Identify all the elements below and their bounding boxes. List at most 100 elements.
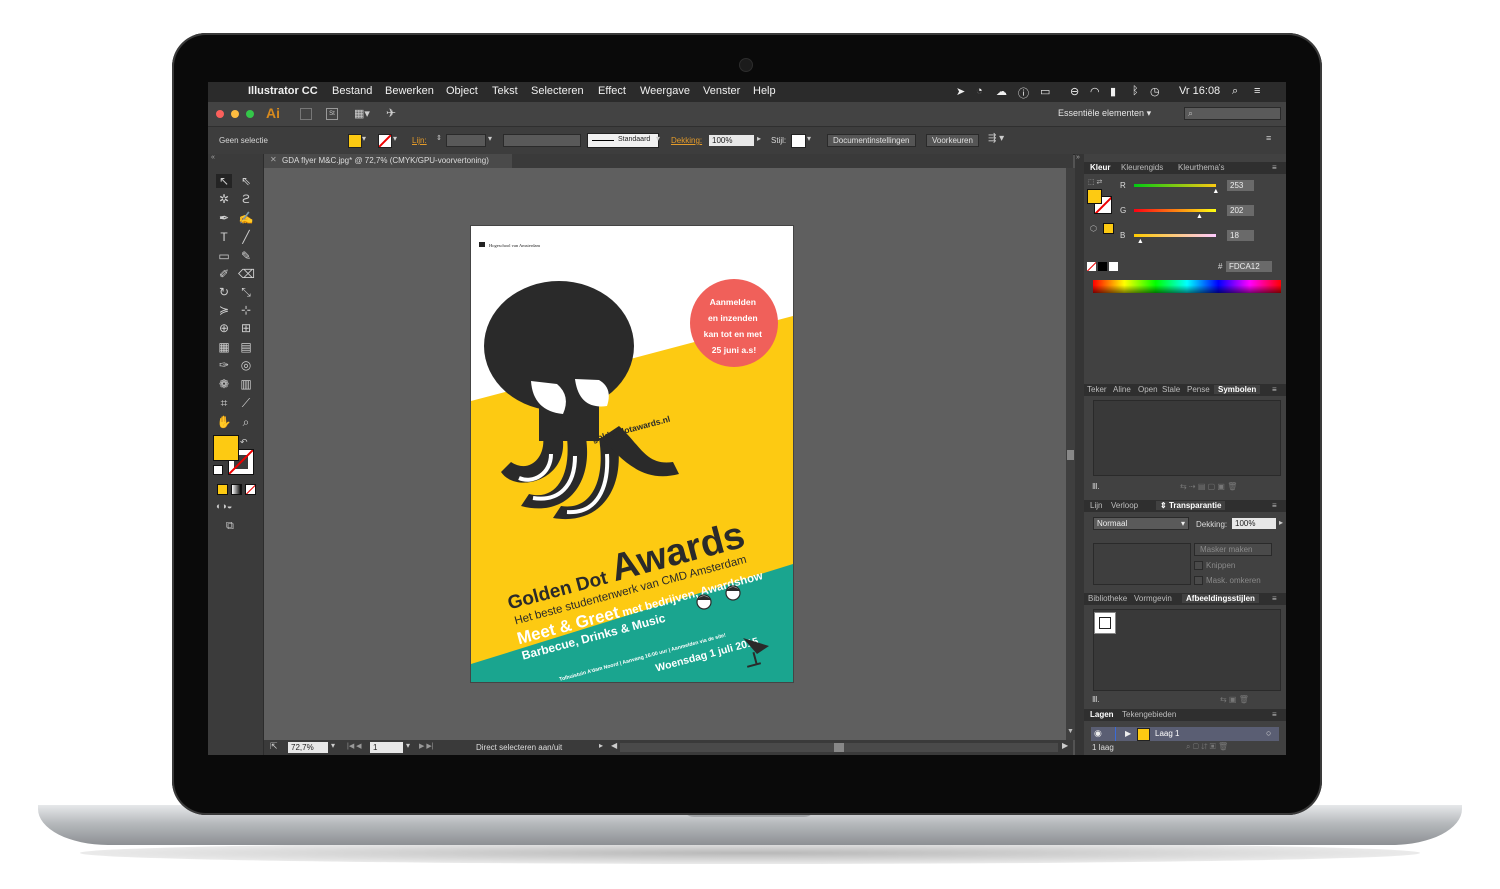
- none-mode-icon[interactable]: [245, 484, 256, 495]
- eraser-tool-icon[interactable]: ⌫: [238, 267, 255, 281]
- pen-tool-icon[interactable]: ✒: [216, 211, 232, 225]
- fill-dropdown-icon[interactable]: ▾: [362, 134, 366, 143]
- tab-stalen[interactable]: Stale: [1162, 385, 1180, 394]
- scroll-down-icon[interactable]: ▼: [1067, 728, 1074, 735]
- default-colors-icon[interactable]: ⬚ ⇄: [1088, 178, 1102, 186]
- tab-afbeeldingsstijlen[interactable]: Afbeeldingsstijlen: [1182, 594, 1259, 603]
- default-graphic-style[interactable]: [1094, 612, 1116, 634]
- tab-lijn[interactable]: Lijn: [1090, 501, 1102, 510]
- menu-bewerken[interactable]: Bewerken: [385, 85, 434, 97]
- style-dropdown-icon[interactable]: ▾: [807, 134, 811, 143]
- layer-name[interactable]: Laag 1: [1155, 729, 1179, 738]
- tab-verloop[interactable]: Verloop: [1111, 501, 1138, 510]
- scale-tool-icon[interactable]: ⤡: [238, 285, 254, 300]
- stroke-weight-stepper[interactable]: ⇕: [436, 134, 442, 142]
- symbol-libraries-icon[interactable]: Ⅲ.: [1092, 482, 1100, 491]
- symbols-actions-icons[interactable]: ⇆ ⇢ ▤ ▢ ▣ 🗑: [1180, 482, 1237, 491]
- bluetooth-icon[interactable]: ᛒ: [1132, 85, 1139, 97]
- layer-target-icon[interactable]: ○: [1266, 728, 1271, 738]
- stroke-weight-dropdown[interactable]: ▾: [488, 134, 492, 143]
- collapse-tools-icon[interactable]: «: [211, 154, 215, 161]
- slider-r-track[interactable]: [1134, 184, 1216, 187]
- menu-tekst[interactable]: Tekst: [492, 85, 518, 97]
- tab-kleurengids[interactable]: Kleurengids: [1121, 163, 1163, 172]
- brush-dropdown-icon[interactable]: ▾: [656, 134, 660, 143]
- stroke-swatch[interactable]: [378, 134, 392, 148]
- scroll-left-icon[interactable]: ◀: [611, 741, 617, 750]
- tab-kleur[interactable]: Kleur: [1090, 163, 1110, 172]
- tab-bibliotheken[interactable]: Bibliotheke: [1088, 594, 1127, 603]
- artboard-field[interactable]: 1: [370, 742, 403, 753]
- time-machine-icon[interactable]: ◷: [1150, 85, 1160, 98]
- artboard-next-icons[interactable]: ▶ ▶|: [419, 742, 434, 750]
- sync-icon[interactable]: ◔: [976, 85, 983, 97]
- slider-g-track[interactable]: [1134, 209, 1216, 212]
- visibility-icon[interactable]: ◉: [1094, 728, 1102, 739]
- clip-checkbox[interactable]: [1194, 561, 1203, 570]
- artboard-dropdown-icon[interactable]: ▾: [406, 741, 410, 750]
- menu-object[interactable]: Object: [446, 85, 478, 97]
- default-fill-stroke-icon[interactable]: [213, 465, 223, 475]
- graph-tool-icon[interactable]: ▥: [238, 377, 254, 391]
- opacity-field[interactable]: 100%: [709, 135, 754, 146]
- curvature-tool-icon[interactable]: ✍: [238, 211, 254, 225]
- fill-swatch[interactable]: [348, 134, 362, 148]
- tab-alinea[interactable]: Aline: [1113, 385, 1131, 394]
- slider-r-value[interactable]: 253: [1227, 180, 1254, 191]
- gradient-tool-icon[interactable]: ▤: [238, 340, 254, 354]
- slider-g-thumb[interactable]: ▲: [1196, 213, 1203, 220]
- vertical-scrollbar[interactable]: ▼: [1066, 168, 1075, 740]
- graphic-style-swatch[interactable]: [791, 134, 806, 148]
- artboard-prev-icons[interactable]: |◀ ◀: [347, 742, 362, 750]
- stroke-label[interactable]: Lijn:: [412, 136, 427, 145]
- layers-menu-icon[interactable]: ≡: [1272, 710, 1277, 719]
- menu-illustrator[interactable]: Illustrator CC: [248, 85, 318, 97]
- gpu-performance-icon[interactable]: ✈: [386, 106, 396, 120]
- tab-vormgeving[interactable]: Vormgevin: [1134, 594, 1172, 603]
- perspective-grid-tool-icon[interactable]: ⊞: [238, 321, 254, 335]
- closest-color-swatch[interactable]: [1103, 223, 1114, 234]
- scroll-right-icon[interactable]: ▶: [1062, 741, 1068, 750]
- white-swatch[interactable]: [1109, 262, 1118, 271]
- selection-tool-icon[interactable]: ↖: [216, 174, 232, 188]
- rectangle-tool-icon[interactable]: ▭: [216, 249, 232, 263]
- layers-actions-icons[interactable]: ⌕ ▢ ⇵ ▣ 🗑: [1186, 742, 1228, 752]
- lasso-tool-icon[interactable]: ϩ: [238, 192, 254, 206]
- slice-tool-icon[interactable]: ⟋: [238, 396, 254, 411]
- align-options-icon[interactable]: ⇶ ▾: [988, 133, 1004, 144]
- display-icon[interactable]: ▭: [1040, 85, 1050, 98]
- wifi-icon[interactable]: ◠: [1090, 85, 1100, 98]
- tab-opentype[interactable]: Open: [1138, 385, 1158, 394]
- artboard-tool-icon[interactable]: ⌗: [216, 396, 232, 411]
- stock-icon[interactable]: St: [326, 108, 338, 120]
- line-tool-icon[interactable]: ╱: [238, 230, 254, 244]
- draw-modes-icon[interactable]: ◐◑◒: [216, 501, 232, 511]
- vertical-scroll-thumb[interactable]: [1067, 450, 1074, 460]
- zoom-field[interactable]: 72,7%: [288, 742, 328, 753]
- blend-mode-select[interactable]: Normaal ▾: [1093, 517, 1189, 530]
- tab-penselen[interactable]: Pense: [1187, 385, 1210, 394]
- zoom-tool-icon[interactable]: ⌕: [238, 415, 254, 430]
- type-tool-icon[interactable]: T: [216, 230, 232, 244]
- screen-mode-icon[interactable]: ⧉: [226, 520, 234, 533]
- menu-help[interactable]: Help: [753, 85, 776, 97]
- spotlight-icon[interactable]: ⌕: [1232, 85, 1238, 98]
- zoom-dropdown-icon[interactable]: ▾: [331, 741, 335, 750]
- graphic-styles-actions-icons[interactable]: ⇆ ▣ 🗑: [1220, 695, 1249, 704]
- slider-r-thumb[interactable]: ▲: [1212, 188, 1219, 195]
- collapse-panels-icon[interactable]: »: [1076, 154, 1080, 161]
- color-spectrum[interactable]: [1093, 280, 1281, 293]
- info-icon[interactable]: ⓘ: [1018, 85, 1029, 101]
- invert-mask-checkbox[interactable]: [1194, 576, 1203, 585]
- color-mode-icon[interactable]: [217, 484, 228, 495]
- stroke-dropdown-icon[interactable]: ▾: [393, 134, 397, 143]
- preferences-button[interactable]: Voorkeuren: [926, 134, 979, 147]
- tab-tekengebieden[interactable]: Tekengebieden: [1122, 710, 1176, 719]
- stroke-weight-field[interactable]: [446, 134, 486, 147]
- opacity-label[interactable]: Dekking:: [671, 136, 702, 145]
- bridge-icon[interactable]: [300, 108, 312, 120]
- hex-field[interactable]: FDCA12: [1226, 261, 1272, 272]
- clock[interactable]: Vr 16:08: [1179, 85, 1220, 97]
- document-settings-button[interactable]: Documentinstellingen: [827, 134, 916, 147]
- search-field[interactable]: ⌕: [1184, 107, 1281, 120]
